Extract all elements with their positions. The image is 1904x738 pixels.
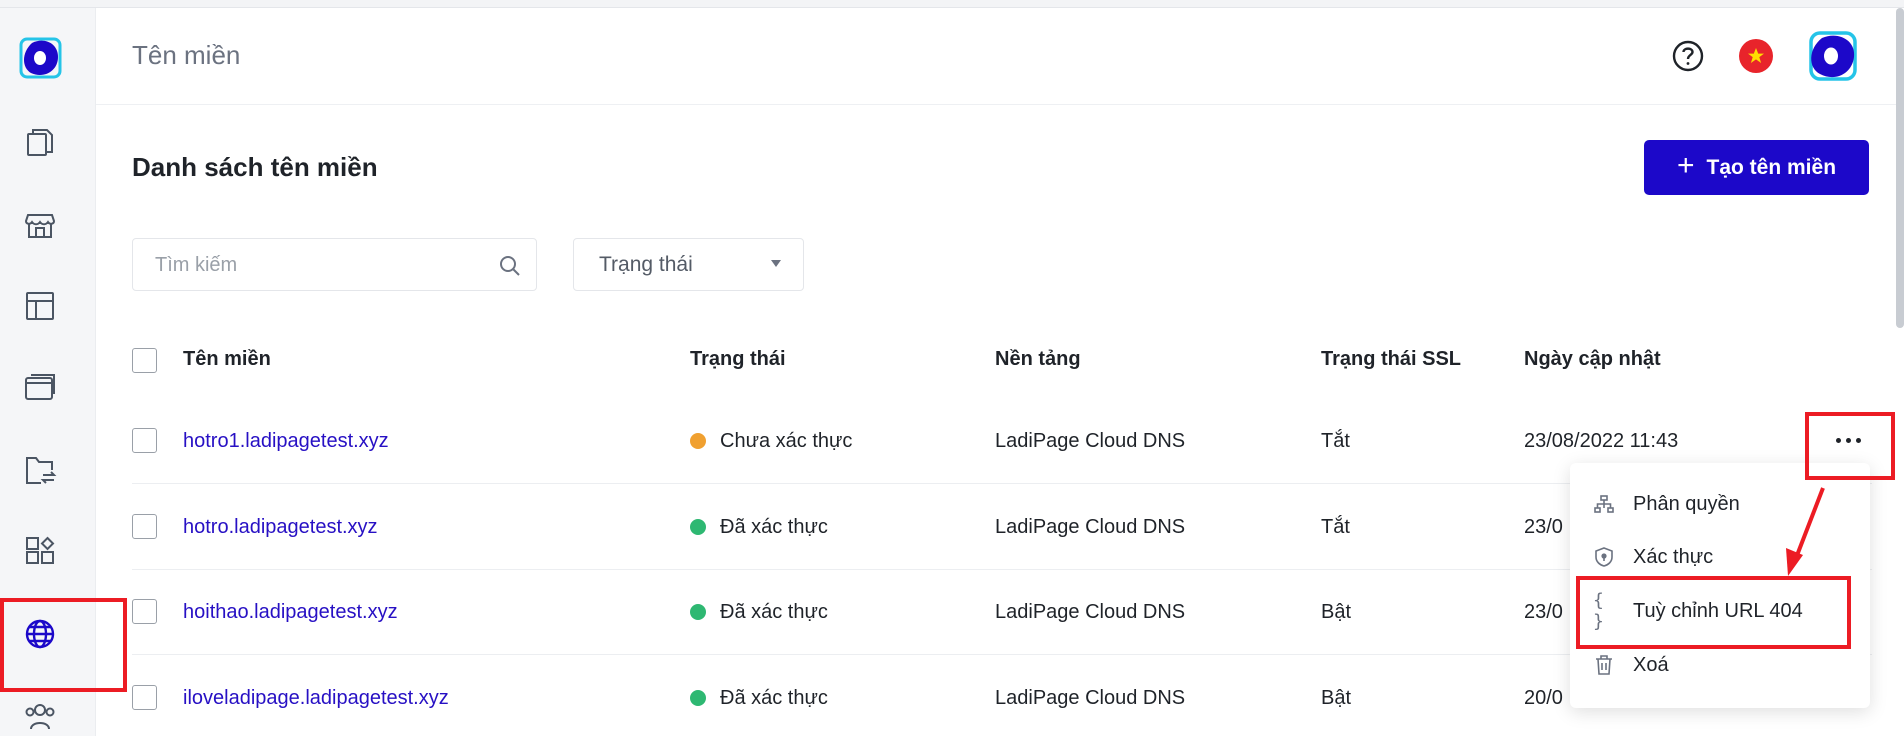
row-checkbox[interactable]: [132, 685, 157, 710]
apps-grid-icon: [26, 536, 55, 564]
browser-icon: [25, 374, 55, 400]
window-top-border: [0, 0, 1904, 8]
trash-icon: [1593, 654, 1615, 676]
status-verified-dot: [690, 519, 706, 535]
vietnam-flag-icon[interactable]: [1739, 39, 1773, 73]
sidebar-item-users[interactable]: [18, 694, 62, 738]
table-row-status: Chưa xác thực: [690, 430, 852, 453]
status-text: Chưa xác thực: [720, 430, 853, 452]
table-row-status: Đã xác thực: [690, 601, 828, 624]
plus-icon: +: [1676, 149, 1695, 182]
sidebar-item-transfer[interactable]: [18, 448, 62, 492]
column-header-platform: Nền tảng: [995, 348, 1081, 370]
create-domain-button[interactable]: + Tạo tên miền: [1644, 140, 1869, 195]
search-box: [132, 238, 537, 291]
table-row-domain: hoithao.ladipagetest.xyz: [183, 601, 398, 624]
annotation-highlight-more-button: [1805, 412, 1895, 480]
status-filter-select[interactable]: Trạng thái: [573, 238, 804, 291]
status-verified-dot: [690, 690, 706, 706]
table-row-platform: LadiPage Cloud DNS: [995, 516, 1186, 538]
annotation-highlight-custom-404: [1576, 576, 1851, 649]
status-text: Đã xác thực: [720, 687, 828, 709]
domain-link[interactable]: iloveladipage.ladipagetest.xyz: [183, 687, 449, 709]
domain-link[interactable]: hotro.ladipagetest.xyz: [183, 516, 378, 538]
shield-icon: [1593, 546, 1615, 568]
row-checkbox[interactable]: [132, 599, 157, 624]
column-header-updated: Ngày cập nhật: [1524, 348, 1661, 370]
table-row-domain: iloveladipage.ladipagetest.xyz: [183, 687, 449, 710]
column-header-status: Trạng thái: [690, 348, 786, 370]
table-row-status: Đã xác thực: [690, 516, 828, 539]
menu-item-permissions[interactable]: Phân quyền: [1570, 478, 1870, 530]
section-title: Danh sách tên miền: [132, 152, 378, 182]
search-icon[interactable]: [498, 254, 522, 278]
page-scrollbar[interactable]: [1896, 8, 1904, 328]
table-row-domain: hotro.ladipagetest.xyz: [183, 516, 378, 539]
folder-transfer-icon: [26, 457, 57, 484]
status-text: Đã xác thực: [720, 601, 828, 623]
avatar[interactable]: [1802, 27, 1862, 87]
domain-link[interactable]: hoithao.ladipagetest.xyz: [183, 601, 398, 623]
column-header-domain: Tên miền: [183, 348, 271, 370]
search-input[interactable]: [155, 251, 485, 279]
status-verified-dot: [690, 604, 706, 620]
layout-template-icon: [26, 292, 54, 320]
help-icon[interactable]: [1670, 38, 1706, 74]
create-domain-label: Tạo tên miền: [1706, 155, 1837, 179]
table-row-ssl: Tắt: [1321, 516, 1350, 538]
sitemap-icon: [1593, 493, 1615, 515]
table-row-platform: LadiPage Cloud DNS: [995, 430, 1186, 452]
domain-link[interactable]: hotro1.ladipagetest.xyz: [183, 430, 389, 452]
table-row-ssl: Tắt: [1321, 430, 1350, 452]
sidebar-item-store[interactable]: [18, 202, 62, 246]
chevron-down-icon: [771, 260, 781, 267]
row-checkbox[interactable]: [132, 428, 157, 453]
sidebar-item-browser[interactable]: [18, 366, 62, 410]
table-row-updated: 23/0: [1524, 516, 1563, 538]
column-header-ssl: Trạng thái SSL: [1321, 348, 1462, 370]
app-logo[interactable]: [14, 33, 64, 83]
store-icon: [24, 214, 56, 238]
menu-item-label: Phân quyền: [1633, 492, 1740, 515]
page-title: Tên miền: [132, 40, 241, 70]
sidebar-item-templates[interactable]: [18, 284, 62, 328]
table-row-ssl: Bật: [1321, 601, 1352, 623]
table-row-ssl: Bật: [1321, 687, 1352, 709]
table-row-platform: LadiPage Cloud DNS: [995, 601, 1186, 623]
sidebar-item-apps[interactable]: [18, 530, 62, 574]
table-row-updated: 23/0: [1524, 601, 1563, 623]
status-filter-label: Trạng thái: [599, 253, 693, 276]
menu-item-label: Xác thực: [1633, 545, 1714, 568]
users-icon: [25, 704, 55, 730]
row-checkbox[interactable]: [132, 514, 157, 539]
table-row-updated: 20/0: [1524, 687, 1563, 709]
menu-item-label: Xoá: [1633, 653, 1669, 676]
flag-star-icon: [1748, 48, 1764, 63]
pages-icon: [27, 129, 53, 156]
table-row-status: Đã xác thực: [690, 687, 828, 710]
table-row-platform: LadiPage Cloud DNS: [995, 687, 1186, 709]
status-text: Đã xác thực: [720, 516, 828, 538]
sidebar-item-pages[interactable]: [18, 120, 62, 164]
table-row-updated: 23/08/2022 11:43: [1524, 430, 1679, 452]
annotation-highlight-sidebar: [0, 598, 127, 692]
select-all-checkbox[interactable]: [132, 348, 157, 373]
table-row-domain: hotro1.ladipagetest.xyz: [183, 430, 389, 453]
status-pending-dot: [690, 433, 706, 449]
top-header: Tên miền: [96, 8, 1904, 105]
